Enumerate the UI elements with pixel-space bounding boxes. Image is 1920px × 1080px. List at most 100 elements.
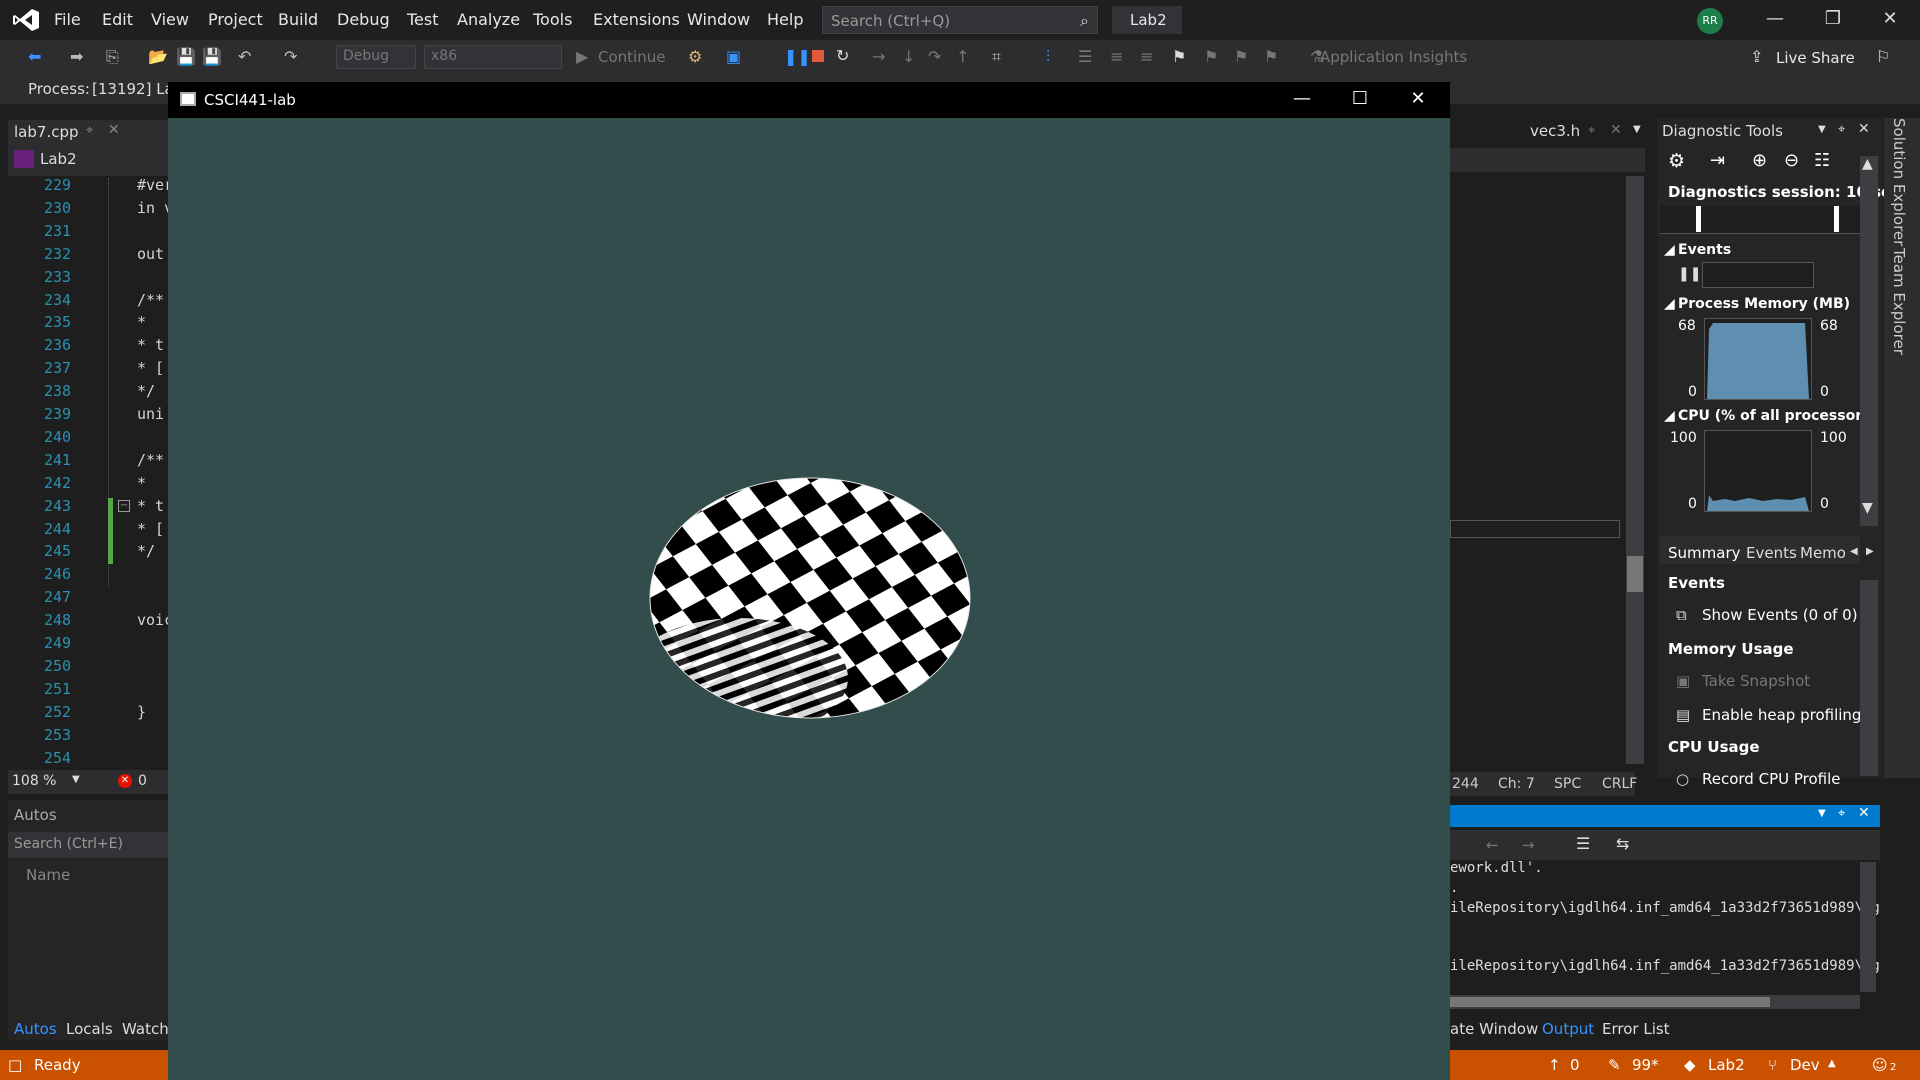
live-share-button[interactable]: Live Share xyxy=(1776,49,1855,67)
tab-team-explorer[interactable]: Team Explorer xyxy=(1890,248,1908,355)
error-icon[interactable]: ✕ xyxy=(118,774,132,788)
process-icon[interactable]: ⚙ xyxy=(688,47,702,66)
cpu-chart[interactable] xyxy=(1704,430,1812,512)
chevron-down-icon[interactable]: ▼ xyxy=(1818,124,1826,135)
tab-memory[interactable]: Memo xyxy=(1800,544,1846,562)
record-cpu-profile-button[interactable]: Record CPU Profile xyxy=(1702,770,1841,788)
summary-scrollbar[interactable] xyxy=(1860,580,1878,776)
outdent-icon[interactable]: ≡ xyxy=(1140,47,1153,66)
code-line[interactable]: } xyxy=(137,703,146,721)
undo-icon[interactable]: ↶ xyxy=(238,47,251,66)
menu-view[interactable]: View xyxy=(151,10,189,29)
timeline-end-handle[interactable] xyxy=(1834,206,1839,232)
new-project-icon[interactable]: ⎘ xyxy=(106,47,119,67)
settings-icon[interactable]: ⚙ xyxy=(1668,150,1685,172)
search-input[interactable]: Search (Ctrl+Q) ⌕ xyxy=(822,6,1098,34)
tab-locals[interactable]: Locals xyxy=(66,1020,113,1038)
feedback-icon[interactable]: ⚐ xyxy=(1876,47,1890,66)
screenshot-icon[interactable]: ▣ xyxy=(726,47,741,66)
timeline-start-handle[interactable] xyxy=(1696,206,1701,232)
continue-button[interactable]: Continue xyxy=(598,48,665,66)
right-editor-pane[interactable] xyxy=(1450,118,1635,778)
autos-search-input[interactable]: Search (Ctrl+E) xyxy=(8,832,168,858)
pin-icon[interactable]: ⌖ xyxy=(1588,123,1595,138)
clear-bookmarks-icon[interactable]: ⚑ xyxy=(1264,47,1278,66)
redo-icon[interactable]: ↷ xyxy=(284,47,297,66)
close-icon[interactable]: ✕ xyxy=(1398,88,1438,109)
menu-extensions[interactable]: Extensions xyxy=(593,10,680,29)
step-out-icon[interactable]: ↑ xyxy=(956,47,969,66)
thread-icon[interactable]: ⫶ xyxy=(1046,47,1050,67)
close-tab-icon[interactable]: ✕ xyxy=(1610,122,1622,138)
minimize-icon[interactable]: — xyxy=(1755,8,1795,29)
bookmark-icon[interactable]: ⚑ xyxy=(1172,47,1186,66)
tab-scroll-right-icon[interactable]: ▶ xyxy=(1866,546,1874,557)
zoom-out-icon[interactable]: ⊖ xyxy=(1784,150,1799,171)
pin-icon[interactable]: ⌖ xyxy=(1838,806,1845,821)
close-icon[interactable]: ✕ xyxy=(1858,121,1870,137)
app-title-bar[interactable] xyxy=(168,82,1450,118)
autos-name-column-header[interactable]: Name xyxy=(26,866,70,884)
notifications-icon[interactable]: ☺ xyxy=(1872,1056,1888,1074)
clear-all-icon[interactable]: ☰ xyxy=(1576,834,1590,853)
menu-window[interactable]: Window xyxy=(687,10,750,29)
step-into-icon[interactable]: ↓ xyxy=(902,47,915,66)
word-wrap-icon[interactable]: ⇆ xyxy=(1616,834,1629,853)
open-folder-icon[interactable]: 📂 xyxy=(148,47,168,66)
menu-edit[interactable]: Edit xyxy=(102,10,133,29)
continue-icon[interactable]: ▶ xyxy=(576,47,588,66)
reset-zoom-icon[interactable]: ☷ xyxy=(1814,150,1830,171)
avatar[interactable]: RR xyxy=(1697,8,1723,34)
minimize-icon[interactable]: — xyxy=(1282,88,1322,109)
tab-vec3-h[interactable]: vec3.h xyxy=(1530,122,1580,140)
expand-icon[interactable]: ◢ xyxy=(1664,408,1675,424)
output-vertical-scrollbar[interactable] xyxy=(1860,862,1876,992)
timeline-ruler[interactable] xyxy=(1660,206,1860,234)
indent-icon[interactable]: ≡ xyxy=(1110,47,1123,66)
step-over-icon[interactable]: ↷ xyxy=(928,47,941,66)
take-snapshot-button[interactable]: Take Snapshot xyxy=(1702,672,1810,690)
export-icon[interactable]: ⇥ xyxy=(1710,150,1725,171)
pin-icon[interactable]: ⌖ xyxy=(86,123,93,138)
code-line[interactable]: */ xyxy=(137,382,155,400)
tab-output[interactable]: Output xyxy=(1542,1020,1594,1038)
tab-summary[interactable]: Summary xyxy=(1668,544,1741,562)
configuration-select[interactable]: Debug xyxy=(336,45,416,69)
menu-file[interactable]: File xyxy=(54,10,81,29)
pin-icon[interactable]: ⌖ xyxy=(1838,122,1845,137)
code-line[interactable]: * [ xyxy=(137,520,164,538)
menu-build[interactable]: Build xyxy=(278,10,318,29)
repository-name[interactable]: Lab2 xyxy=(1708,1056,1745,1074)
restore-icon[interactable]: ❐ xyxy=(1813,8,1853,29)
expand-icon[interactable]: ◢ xyxy=(1664,296,1675,312)
enable-heap-profiling-button[interactable]: Enable heap profiling xyxy=(1702,706,1861,724)
diagnostics-scrollbar[interactable] xyxy=(1860,156,1878,526)
forward-icon[interactable]: ➡ xyxy=(70,47,83,66)
tab-error-list[interactable]: Error List xyxy=(1602,1020,1670,1038)
menu-tools[interactable]: Tools xyxy=(533,10,572,29)
code-line[interactable]: * [ xyxy=(137,359,164,377)
tab-solution-explorer[interactable]: Solution Explorer xyxy=(1890,118,1908,246)
maximize-icon[interactable]: ☐ xyxy=(1340,88,1380,109)
zoom-select[interactable]: 108 % xyxy=(12,773,56,789)
code-line[interactable]: out xyxy=(137,245,164,263)
scrollbar-thumb[interactable] xyxy=(1627,556,1643,592)
pending-changes-count[interactable]: 99* xyxy=(1632,1056,1659,1074)
code-line[interactable]: */ xyxy=(137,542,155,560)
show-next-statement-icon[interactable]: → xyxy=(872,47,885,66)
render-canvas[interactable] xyxy=(168,118,1450,1080)
menu-test[interactable]: Test xyxy=(407,10,439,29)
events-track[interactable] xyxy=(1702,262,1814,288)
stack-frame-icon[interactable]: ☰ xyxy=(1078,47,1092,66)
nav-project-select[interactable]: Lab2 xyxy=(40,150,77,168)
back-icon[interactable]: ⬅ xyxy=(28,47,41,66)
save-icon[interactable]: 💾 xyxy=(176,47,196,66)
repo-icon[interactable]: ◆ xyxy=(1684,1056,1696,1074)
stop-icon[interactable] xyxy=(812,50,824,62)
chevron-up-icon[interactable]: ▲ xyxy=(1828,1058,1836,1069)
whitespace-indicator[interactable]: SPC xyxy=(1554,776,1581,792)
scroll-up-icon[interactable]: ▲ xyxy=(1862,156,1873,172)
editor-scrollbar[interactable] xyxy=(1626,176,1644,764)
application-insights-button[interactable]: Application Insights xyxy=(1320,48,1467,66)
tab-lab7-cpp[interactable]: lab7.cpp xyxy=(14,123,78,141)
